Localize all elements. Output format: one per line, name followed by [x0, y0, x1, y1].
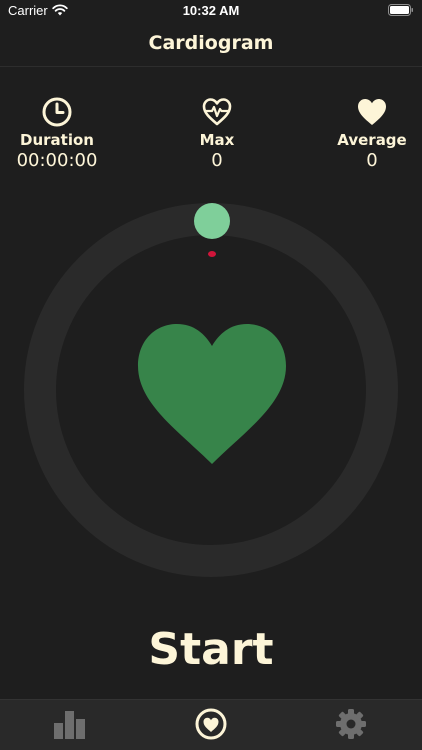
tab-history[interactable] [50, 709, 90, 743]
heart-icon[interactable] [138, 324, 286, 464]
clock-icon [0, 96, 117, 128]
page-title: Cardiogram [148, 32, 274, 54]
tab-heart[interactable] [191, 708, 231, 744]
average-value: 0 [366, 150, 378, 171]
status-bar: Carrier 10:32 AM [0, 0, 422, 22]
average-stat: Average 0 [312, 96, 422, 171]
duration-stat: Duration 00:00:00 [0, 96, 117, 171]
heart-rate-monitor [24, 203, 398, 577]
status-time: 10:32 AM [182, 3, 240, 18]
tab-bar [0, 699, 422, 750]
progress-knob[interactable] [194, 203, 230, 239]
heart-pulse-icon [157, 96, 277, 128]
navigation-bar: Cardiogram [0, 22, 422, 67]
battery-icon [388, 4, 414, 20]
max-value: 0 [211, 150, 223, 171]
max-label: Max [199, 131, 235, 149]
cardiogram-screen: Carrier 10:32 AM Cardiogram Duration 00:… [0, 0, 422, 750]
duration-value: 00:00:00 [16, 150, 98, 171]
max-stat: Max 0 [157, 96, 277, 171]
tab-settings[interactable] [331, 709, 371, 743]
start-button[interactable]: Start [111, 617, 311, 681]
average-label: Average [337, 131, 407, 149]
bar-chart-icon [54, 709, 86, 743]
beat-indicator [208, 251, 216, 257]
duration-label: Duration [20, 131, 94, 149]
heart-filled-icon [312, 96, 422, 128]
gear-icon [335, 708, 367, 744]
heart-circle-icon [195, 708, 227, 744]
